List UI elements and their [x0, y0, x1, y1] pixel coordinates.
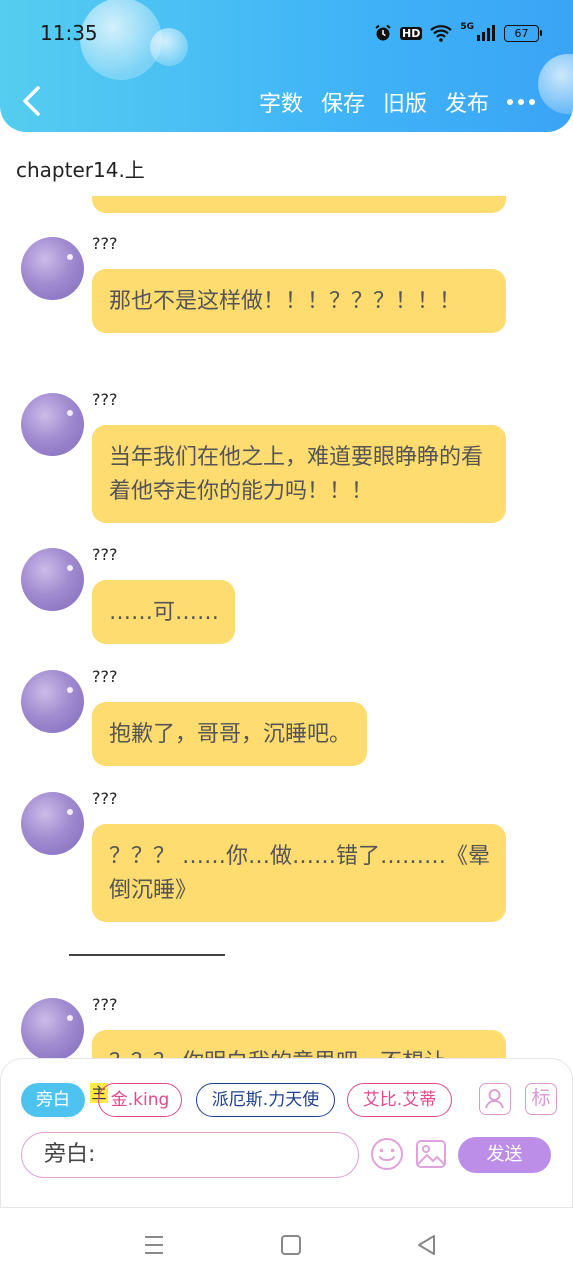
compose-panel: 旁白 主 金.king 派厄斯.力天使 艾比.艾蒂 标 旁白: 发送: [0, 1058, 573, 1208]
person-icon: [485, 1089, 504, 1109]
battery-icon: 67: [504, 24, 542, 42]
avatar[interactable]: [21, 792, 84, 855]
sender-name: ???: [92, 545, 118, 564]
save-button[interactable]: 保存: [321, 86, 365, 118]
avatar[interactable]: [21, 548, 84, 611]
message-bubble[interactable]: ？？？ ……你…做……错了………《晕倒沉睡》: [92, 824, 506, 922]
avatar[interactable]: [21, 998, 84, 1058]
image-button[interactable]: [414, 1137, 448, 1171]
sender-name: ???: [92, 390, 118, 409]
send-button[interactable]: 发送: [458, 1137, 551, 1173]
more-dot: [529, 99, 535, 105]
sender-name: ???: [92, 789, 118, 808]
more-dot: [518, 99, 524, 105]
battery-level: 67: [514, 26, 529, 40]
emoji-button[interactable]: [370, 1137, 404, 1171]
network-5g-label: 5G: [460, 22, 474, 32]
character-chip[interactable]: 艾比.艾蒂: [347, 1083, 452, 1117]
message-bubble[interactable]: 那也不是这样做！！！？？？！！！: [92, 269, 506, 333]
app-header: 11:35 HD 5G 67 字数 保存 旧版 发布: [0, 0, 573, 132]
old-version-button[interactable]: 旧版: [383, 86, 427, 118]
narrator-chip[interactable]: 旁白: [21, 1083, 85, 1117]
square-icon: [281, 1235, 301, 1255]
image-icon: [416, 1140, 446, 1168]
status-time: 11:35: [40, 21, 98, 45]
message-bubble[interactable]: 抱歉了，哥哥，沉睡吧。: [92, 702, 368, 766]
sender-name: ???: [92, 234, 118, 253]
system-nav-bar: [0, 1208, 573, 1280]
nav-back-button[interactable]: [414, 1232, 440, 1258]
menu-icon: [145, 1236, 163, 1254]
decor-bubble: [150, 28, 188, 66]
message-input[interactable]: 旁白:: [21, 1132, 359, 1178]
sender-name: ???: [92, 667, 118, 686]
hd-icon: HD: [400, 26, 423, 40]
more-dot: [507, 99, 513, 105]
nav-menu-button[interactable]: [141, 1232, 167, 1258]
avatar[interactable]: [21, 237, 84, 300]
triangle-back-icon: [418, 1235, 435, 1255]
message-bubble-partial[interactable]: [92, 196, 506, 213]
status-icons: HD 5G 67: [374, 22, 542, 44]
character-chip[interactable]: 金.king: [98, 1083, 182, 1117]
message-bubble[interactable]: 当年我们在他之上，难道要眼睁睁的看着他夺走你的能力吗！！！: [92, 425, 506, 523]
message-bubble[interactable]: ？？？ 你明白我的意思吧，不想让: [92, 1030, 506, 1058]
alarm-icon: [375, 24, 391, 41]
scene-separator[interactable]: [69, 954, 225, 956]
chapter-title[interactable]: chapter14.上: [16, 154, 145, 183]
word-count-button[interactable]: 字数: [259, 86, 303, 118]
tag-button[interactable]: 标: [525, 1083, 557, 1115]
chat-list[interactable]: ??? 那也不是这样做！！！？？？！！！ ??? 当年我们在他之上，难道要眼睁睁…: [0, 196, 573, 1058]
sender-name: ???: [92, 995, 118, 1014]
back-button[interactable]: [18, 84, 46, 118]
character-chip[interactable]: 派厄斯.力天使: [196, 1083, 335, 1117]
more-button[interactable]: [507, 99, 535, 105]
wifi-icon: [430, 25, 453, 42]
toolbar-actions: 字数 保存 旧版 发布: [259, 84, 573, 120]
avatar[interactable]: [21, 670, 84, 733]
nav-home-button[interactable]: [278, 1232, 304, 1258]
avatar[interactable]: [21, 393, 84, 456]
publish-button[interactable]: 发布: [445, 86, 489, 118]
character-manage-button[interactable]: [479, 1083, 511, 1115]
message-bubble[interactable]: ……可……: [92, 580, 236, 644]
chevron-left-icon: [23, 86, 40, 116]
smile-icon: [371, 1138, 403, 1170]
signal-icon: [477, 25, 495, 41]
